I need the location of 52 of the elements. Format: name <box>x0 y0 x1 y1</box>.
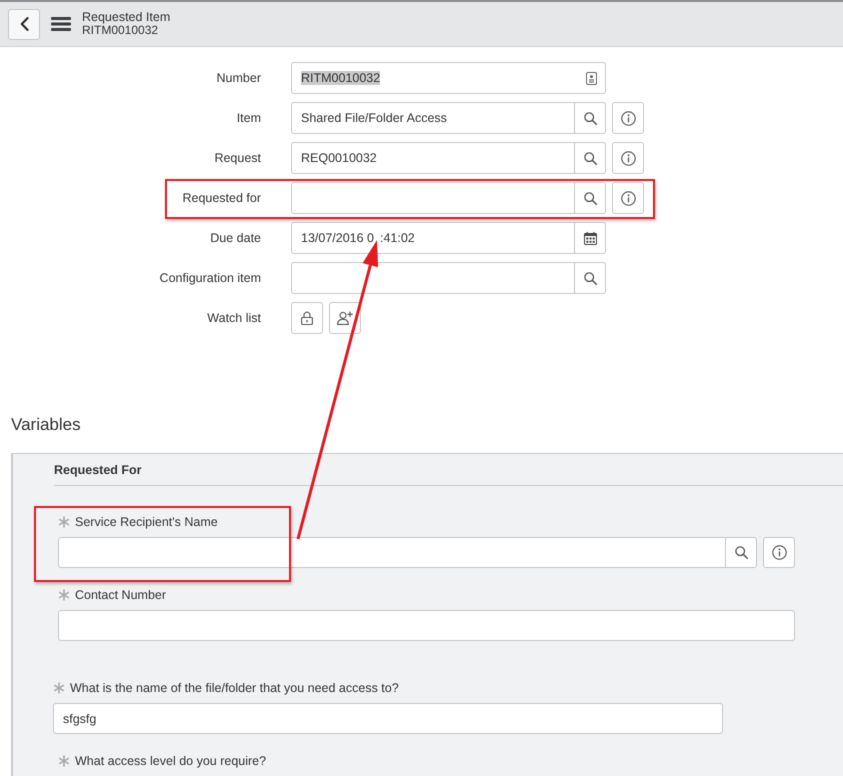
field-label: Contact Number <box>75 588 166 602</box>
reference-field[interactable] <box>291 182 575 214</box>
reference-field[interactable]: REQ0010032 <box>291 142 575 174</box>
info-icon <box>772 545 786 560</box>
lock-button[interactable] <box>291 302 323 334</box>
field-label: Watch list <box>206 311 261 325</box>
chevron-left-icon <box>20 17 28 31</box>
section-title: Requested For <box>54 462 142 478</box>
section-heading: Variables <box>11 415 81 435</box>
add-user-button[interactable] <box>329 302 361 334</box>
field-label: Number <box>216 71 261 85</box>
date-field[interactable]: 13/07/2016 0 :41:02 <box>291 222 575 254</box>
info-button[interactable] <box>612 142 644 174</box>
info-button[interactable] <box>763 537 795 568</box>
search-button[interactable] <box>574 142 606 174</box>
search-icon <box>584 192 596 204</box>
add-user-icon <box>337 311 353 325</box>
search-icon <box>584 272 596 284</box>
field-label: What access level do you require? <box>75 754 266 768</box>
search-button[interactable] <box>574 262 606 294</box>
reference-field[interactable] <box>291 262 575 294</box>
text-field[interactable]: sfgsfg <box>53 703 723 734</box>
field-label: Configuration item <box>158 271 261 285</box>
search-icon <box>584 112 596 124</box>
field-label: Service Recipient's Name <box>75 515 218 529</box>
field-label: Request <box>213 151 261 165</box>
field-label: Due date <box>209 231 261 245</box>
calendar-button[interactable] <box>574 222 606 254</box>
field-label: Item <box>236 111 261 125</box>
info-button[interactable] <box>612 182 644 214</box>
reference-field[interactable] <box>58 537 726 568</box>
back-button[interactable] <box>8 8 40 40</box>
record-number: RITM0010032 <box>82 24 160 37</box>
text-field[interactable] <box>58 610 795 641</box>
id-card-icon <box>586 72 597 84</box>
search-button[interactable] <box>574 102 606 134</box>
menu-icon[interactable] <box>51 17 71 31</box>
reference-field[interactable]: Shared File/Folder Access <box>291 102 575 134</box>
search-icon <box>584 152 596 164</box>
number-field[interactable]: RITM0010032 <box>291 62 606 94</box>
info-icon <box>620 190 636 206</box>
info-icon <box>620 150 636 166</box>
page-title: Requested Item <box>82 11 170 24</box>
search-button[interactable] <box>574 182 606 214</box>
search-button[interactable] <box>725 537 757 568</box>
field-label: Requested for <box>181 191 261 205</box>
info-button[interactable] <box>612 102 644 134</box>
calendar-icon <box>584 232 596 244</box>
info-icon <box>620 110 636 126</box>
search-icon <box>734 546 748 559</box>
lock-icon <box>301 311 313 325</box>
field-label: What is the name of the file/folder that you need access to? <box>70 681 399 695</box>
